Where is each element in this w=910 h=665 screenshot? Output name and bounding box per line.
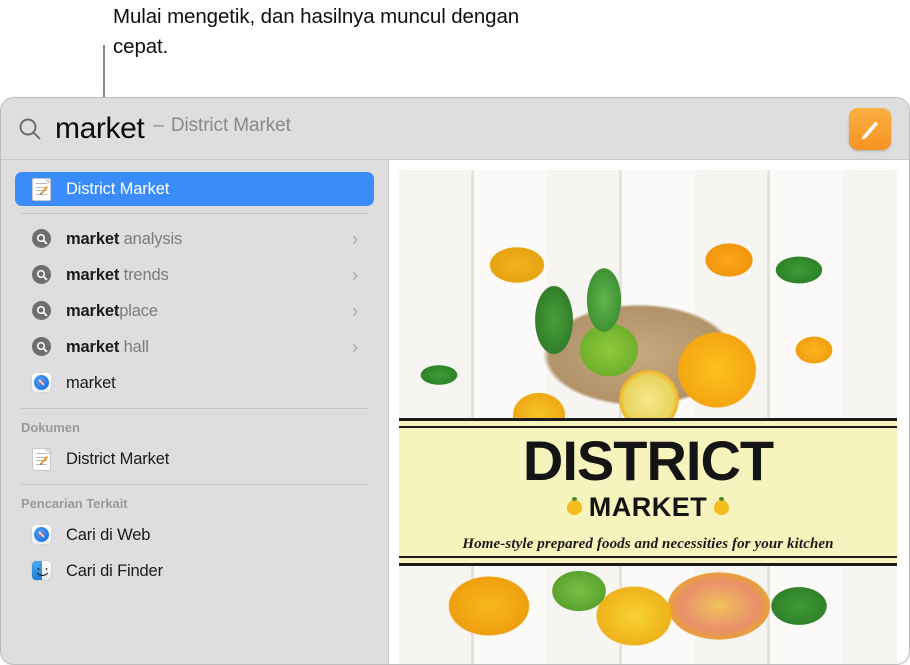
- citrus-fruit-basket-photo-bottom: [399, 566, 897, 664]
- chevron-right-icon[interactable]: ›: [352, 338, 358, 356]
- result-row-search-finder[interactable]: Cari di Finder: [15, 553, 374, 589]
- pages-app-icon[interactable]: [849, 107, 891, 150]
- result-label: market trends: [66, 266, 169, 285]
- divider-documents-section: [21, 408, 368, 409]
- orange-fruit-icon-right: [714, 496, 730, 515]
- result-row-suggestion-market-hall[interactable]: market hall ›: [15, 329, 374, 365]
- result-row-suggestion-marketplace[interactable]: marketplace ›: [15, 293, 374, 329]
- banner-tagline: Home-style prepared foods and necessitie…: [462, 535, 834, 552]
- result-row-suggestion-market-trends[interactable]: market trends ›: [15, 257, 374, 293]
- section-header-pencarian-terkait: Pencarian Terkait: [21, 496, 128, 511]
- chevron-right-icon[interactable]: ›: [352, 266, 358, 284]
- chevron-right-icon[interactable]: ›: [352, 230, 358, 248]
- completion-text: trends: [119, 265, 169, 284]
- result-label: District Market: [66, 179, 170, 198]
- search-icon: [17, 116, 43, 142]
- result-label: District Market: [66, 449, 170, 468]
- spotlight-window: market – District Market District Market…: [0, 97, 910, 665]
- completion-text: place: [119, 301, 158, 320]
- query-match-text: market: [66, 337, 120, 356]
- result-label: Cari di Web: [66, 525, 151, 544]
- spotlight-body: District Market market analysis › market…: [1, 160, 909, 664]
- result-row-suggestion-market-analysis[interactable]: market analysis ›: [15, 221, 374, 257]
- query-match-text: market: [66, 229, 120, 248]
- query-match-text: market: [66, 265, 120, 284]
- result-row-top-hit[interactable]: District Market: [15, 172, 374, 206]
- search-inline-completion: District Market: [170, 114, 291, 136]
- result-label: market analysis: [66, 230, 182, 249]
- safari-icon: [31, 524, 53, 546]
- completion-text: hall: [119, 337, 149, 356]
- pages-document-icon: [31, 178, 53, 201]
- callout-annotation-text: Mulai mengetik, dan hasilnya muncul deng…: [113, 5, 520, 58]
- result-label: market hall: [66, 338, 149, 357]
- document-banner: DISTRICT MARKET Home-style prepared food…: [399, 418, 897, 566]
- chevron-right-icon[interactable]: ›: [352, 302, 358, 320]
- result-row-web-suggestion[interactable]: market: [15, 365, 374, 401]
- query-match-text: market: [66, 301, 120, 320]
- results-sidebar: District Market market analysis › market…: [1, 160, 389, 664]
- search-separator: –: [153, 114, 164, 136]
- result-label: marketplace: [66, 302, 158, 321]
- completion-text: analysis: [119, 229, 183, 248]
- divider-top-hit: [21, 213, 368, 214]
- banner-title: DISTRICT: [522, 428, 774, 492]
- search-input-value[interactable]: market: [55, 112, 145, 146]
- district-market-document-preview[interactable]: DISTRICT MARKET Home-style prepared food…: [399, 170, 897, 664]
- banner-subtitle: MARKET: [588, 491, 708, 522]
- pages-document-icon: [31, 448, 53, 471]
- result-label: market: [66, 373, 116, 392]
- result-row-document-district-market[interactable]: District Market: [15, 441, 374, 477]
- orange-fruit-icon-left: [566, 496, 582, 515]
- magnifier-circle-icon: [31, 300, 53, 322]
- section-header-dokumen: Dokumen: [21, 420, 80, 435]
- spotlight-search-bar[interactable]: market – District Market: [1, 98, 909, 160]
- banner-subtitle-row: MARKET: [566, 491, 730, 523]
- magnifier-circle-icon: [31, 228, 53, 250]
- safari-icon: [31, 372, 53, 394]
- magnifier-circle-icon: [31, 336, 53, 358]
- magnifier-circle-icon: [31, 264, 53, 286]
- result-label: Cari di Finder: [66, 561, 163, 580]
- divider-related-searches-section: [21, 484, 368, 485]
- preview-pane: DISTRICT MARKET Home-style prepared food…: [389, 160, 909, 664]
- result-row-search-web[interactable]: Cari di Web: [15, 517, 374, 553]
- finder-icon: [31, 560, 53, 582]
